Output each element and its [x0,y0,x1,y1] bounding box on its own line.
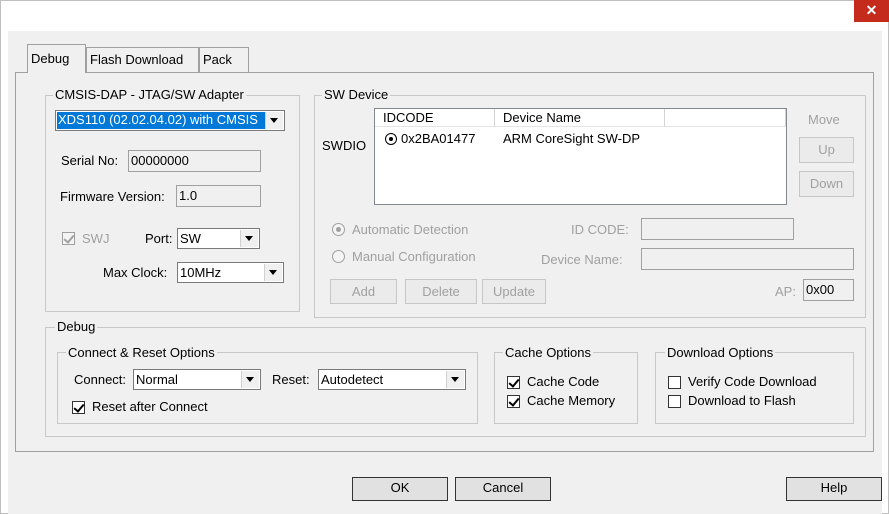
chevron-down-icon [446,371,464,388]
tab-debug[interactable]: Debug [27,44,86,73]
port-select[interactable]: SW [177,228,260,249]
reset-after-connect-label: Reset after Connect [92,399,208,414]
max-clock-label: Max Clock: [103,265,168,280]
automatic-detection-label: Automatic Detection [352,222,469,237]
serial-field: 00000000 [128,150,261,172]
swj-checkbox[interactable] [62,232,75,245]
reset-label: Reset: [272,372,310,387]
max-clock-select-value: 10MHz [180,265,222,280]
ok-button[interactable]: OK [352,477,448,501]
id-code-label: ID CODE: [571,222,629,237]
chevron-down-icon [240,230,258,247]
tab-label: Flash Download [90,52,184,67]
adapter-select-value: XDS110 (02.02.04.02) with CMSIS [57,112,266,129]
row-device-name: ARM CoreSight SW-DP [503,131,641,146]
cache-code-checkbox[interactable] [507,376,520,389]
verify-code-download-label: Verify Code Download [688,374,817,389]
debug-group-title: Debug [55,319,98,334]
device-name-label: Device Name: [541,252,623,267]
add-button[interactable]: Add [330,279,397,304]
move-down-button[interactable]: Down [799,171,854,197]
chevron-down-icon [264,264,282,281]
adapter-group-title: CMSIS-DAP - JTAG/SW Adapter [53,87,246,102]
move-label: Move [808,112,840,127]
adapter-select[interactable]: XDS110 (02.02.04.02) with CMSIS [55,110,285,131]
column-header-idcode[interactable]: IDCODE [375,109,495,127]
tab-flash-download[interactable]: Flash Download [86,47,199,72]
connect-reset-group-title: Connect & Reset Options [66,345,217,360]
tab-label: Debug [31,51,70,66]
radio-dot-icon [385,133,397,145]
close-button[interactable]: ✕ [854,0,889,22]
manual-configuration-label: Manual Configuration [352,249,476,264]
sw-device-list[interactable]: IDCODE Device Name 0x2BA01477 ARM CoreSi… [374,108,787,205]
device-name-field[interactable] [641,248,854,270]
connect-select[interactable]: Normal [133,369,261,390]
chevron-down-icon [265,112,283,129]
download-to-flash-checkbox[interactable] [668,395,681,408]
row-idcode: 0x2BA01477 [401,131,476,146]
swj-label: SWJ [82,231,110,246]
max-clock-select[interactable]: 10MHz [177,262,284,283]
chevron-down-icon [241,371,259,388]
close-icon: ✕ [865,2,878,18]
tab-pack[interactable]: Pack [199,47,249,72]
serial-label: Serial No: [61,153,119,168]
verify-code-download-checkbox[interactable] [668,376,681,389]
port-select-value: SW [180,231,201,246]
cache-memory-checkbox[interactable] [507,395,520,408]
port-label: Port: [145,231,173,246]
ap-label: AP: [775,284,796,299]
update-button[interactable]: Update [482,279,546,304]
cancel-button[interactable]: Cancel [455,477,551,501]
download-options-group-title: Download Options [665,345,776,360]
sw-device-group-title: SW Device [322,87,391,102]
manual-configuration-radio[interactable] [332,250,345,263]
automatic-detection-radio[interactable] [332,223,345,236]
reset-select-value: Autodetect [321,372,384,387]
firmware-label: Firmware Version: [60,189,165,204]
list-item[interactable]: 0x2BA01477 ARM CoreSight SW-DP [375,130,786,148]
connect-label: Connect: [74,372,127,387]
firmware-field: 1.0 [176,185,261,207]
column-header-extra[interactable] [665,109,786,127]
reset-select[interactable]: Autodetect [318,369,466,390]
cache-options-group-title: Cache Options [503,345,593,360]
cache-code-label: Cache Code [527,374,600,389]
move-up-button[interactable]: Up [799,137,854,163]
help-button[interactable]: Help [786,477,882,501]
id-code-field[interactable] [641,218,794,240]
cache-memory-label: Cache Memory [527,393,616,408]
connect-select-value: Normal [136,372,178,387]
ap-field[interactable]: 0x00 [803,279,854,301]
column-header-device-name[interactable]: Device Name [495,109,665,127]
delete-button[interactable]: Delete [405,279,477,304]
swdio-label: SWDIO [322,138,367,153]
download-to-flash-label: Download to Flash [688,393,796,408]
reset-after-connect-checkbox[interactable] [72,401,85,414]
tab-label: Pack [203,52,232,67]
